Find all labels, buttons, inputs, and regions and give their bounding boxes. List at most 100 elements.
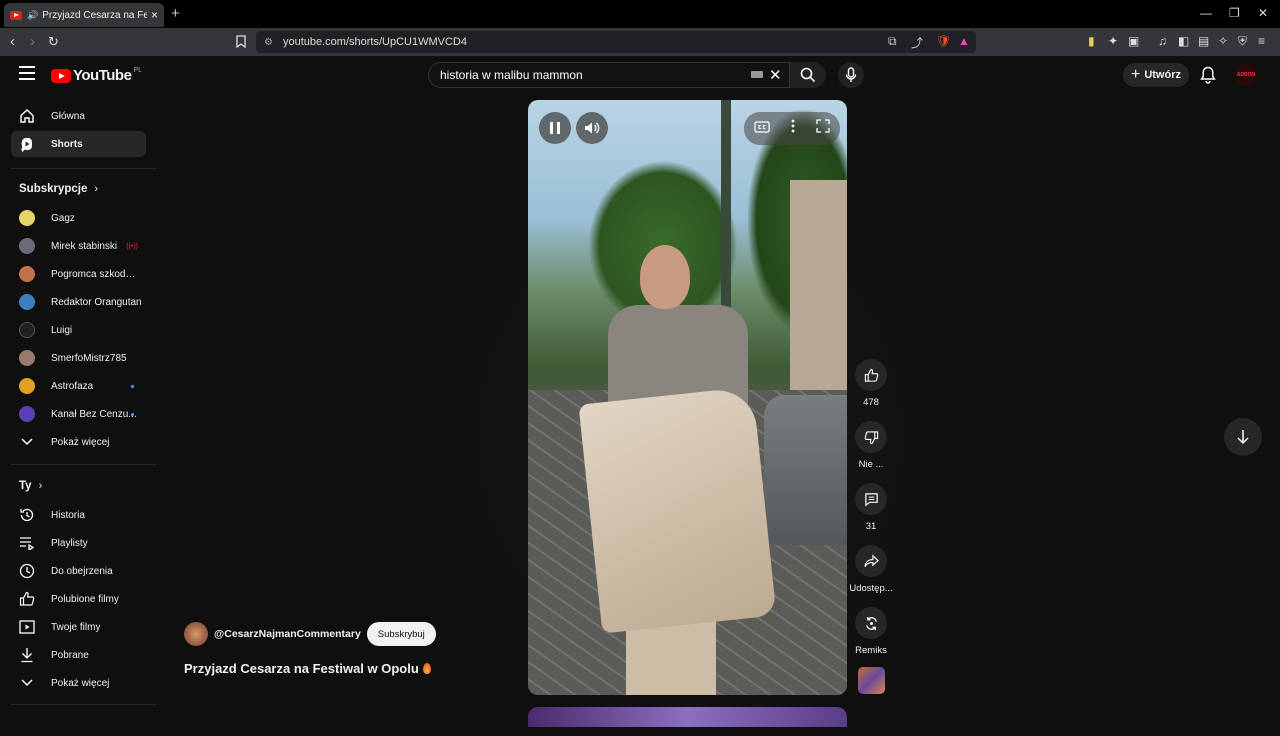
subscriptions-heading[interactable]: Subskrypcje › [19,183,98,195]
plus-icon: + [1130,66,1141,83]
sidebar-item-playlists[interactable]: Playlisty [11,530,146,556]
sidebar-item-shorts[interactable]: Shorts [11,131,146,157]
channel-name[interactable]: @CesarzNajmanCommentary [214,628,361,640]
sidebar-item-liked[interactable]: Polubione filmy [11,586,146,612]
like-action[interactable]: 478 [846,359,896,408]
subscription-item[interactable]: SmerfoMistrz785 [11,345,146,371]
hamburger-menu-icon[interactable] [19,66,35,80]
video-scene [640,245,690,309]
extension-1-icon[interactable]: ▮ [1088,34,1095,48]
sidebar-item-downloads[interactable]: Pobrane [11,642,146,668]
account-avatar[interactable]: ADRON [1235,64,1257,86]
media-icon[interactable]: ♫ [1158,34,1167,48]
subscription-item[interactable]: Gagz [11,205,146,231]
more-options-icon[interactable] [791,119,795,138]
new-content-dot [131,412,134,416]
extensions-icon[interactable]: ✦ [1108,34,1118,48]
you-title: Ty [19,480,32,492]
sidebar-item-home[interactable]: Główna [11,103,146,129]
comments-action[interactable]: 31 [846,483,896,532]
share-action[interactable]: Udostęp... [846,545,896,594]
address-bar[interactable]: ⚙ youtube.com/shorts/UpCU1WMVCD4 ⧉ ⤴ 🛡 ▲ [256,31,976,53]
show-more-subscriptions[interactable]: Pokaż więcej [11,429,146,455]
playlist-icon [19,535,35,551]
chevron-down-icon [19,434,35,450]
site-info-icon[interactable]: ⚙ [264,37,273,48]
subscription-item[interactable]: Redaktor Orangutan [11,289,146,315]
volume-button[interactable] [576,112,608,144]
search-input[interactable]: historia w malibu mammon ✕ [428,62,790,88]
subscription-item[interactable]: Pogromca szkodni... [11,261,146,287]
vpn-icon[interactable]: ⛨ [1238,34,1247,49]
thumb-down-icon[interactable] [855,421,887,453]
like-count: 478 [863,397,879,408]
logo-text: YouTube [73,67,132,84]
dislike-action[interactable]: Nie ... [846,421,896,470]
show-more-you[interactable]: Pokaż więcej [11,670,146,696]
close-window-button[interactable]: ✕ [1258,6,1268,20]
channel-avatar [19,210,35,226]
sidebar-item-label: Historia [51,509,85,521]
download-icon [19,647,35,663]
restore-button[interactable]: ❐ [1229,6,1240,20]
sidebar-item-watch-later[interactable]: Do obejrzenia [11,558,146,584]
sidebar: Główna Shorts Subskrypcje › Gagz Mirek s… [0,96,160,720]
wallet-icon[interactable]: ▤ [1198,34,1209,48]
url-text: youtube.com/shorts/UpCU1WMVCD4 [282,36,467,48]
subscription-label: Redaktor Orangutan [51,296,142,308]
channel-avatar [19,322,35,338]
voice-search-button[interactable] [838,62,864,88]
back-icon[interactable]: ‹ [10,33,15,50]
remix-action[interactable]: Remiks [846,607,896,656]
create-button[interactable]: + Utwórz [1123,63,1189,87]
pause-button[interactable] [539,112,571,144]
comment-icon[interactable] [855,483,887,515]
keyboard-icon[interactable] [751,71,763,78]
brave-shield-icon[interactable]: 🛡 [936,34,951,48]
minimize-button[interactable]: — [1200,6,1212,20]
subscription-item[interactable]: Kanał Bez Cenzu... [11,401,146,427]
channel-avatar[interactable] [184,622,208,646]
remix-icon[interactable] [855,607,887,639]
show-more-label: Pokaż więcej [51,677,110,689]
search-button[interactable] [790,62,826,88]
fullscreen-icon[interactable] [815,119,830,138]
browser-tab[interactable]: 🔊 Przyjazd Cesarza na Festiwal w Opolu × [4,3,164,27]
subscription-label: SmerfoMistrz785 [51,352,127,364]
reload-icon[interactable]: ↻ [48,34,59,50]
brave-rewards-icon[interactable]: ▲ [958,34,970,48]
next-short-preview[interactable] [528,707,847,727]
sidebar-toggle-icon[interactable]: ◧ [1178,34,1189,48]
notifications-bell-icon[interactable] [1200,66,1216,89]
your-videos-icon [19,619,35,635]
bookmark-icon[interactable] [236,35,246,51]
speaker-icon[interactable]: 🔊 [27,10,38,21]
subscription-item[interactable]: Astrofaza [11,373,146,399]
tab-close-button[interactable]: × [151,8,158,22]
chevron-right-icon: › [38,480,43,492]
share-icon[interactable] [855,545,887,577]
subscription-item[interactable]: Mirek stabinski ((•)) [11,233,146,259]
sidebar-item-history[interactable]: Historia [11,502,146,528]
leo-ai-icon[interactable]: ✧ [1218,34,1228,48]
forward-icon[interactable]: › [30,33,35,50]
clear-search-icon[interactable]: ✕ [769,66,782,84]
sidebar-item-your-videos[interactable]: Twoje filmy [11,614,146,640]
open-external-icon[interactable]: ⧉ [888,34,897,49]
you-heading[interactable]: Ty › [19,480,42,492]
short-title[interactable]: Przyjazd Cesarza na Festiwal w Opolu [184,661,431,676]
captions-icon[interactable] [754,120,770,138]
menu-icon[interactable]: ≡ [1258,34,1265,48]
youtube-logo[interactable]: YouTube PL [51,67,142,84]
sidebar-item-label: Twoje filmy [51,621,101,633]
extension-2-icon[interactable]: ▣ [1128,34,1139,48]
thumb-up-icon[interactable] [855,359,887,391]
arrow-down-icon [1237,430,1249,445]
sound-thumbnail[interactable] [858,667,885,694]
next-short-button[interactable] [1224,418,1262,456]
subscription-item[interactable]: Luigi [11,317,146,343]
share-page-icon[interactable]: ⤴ [911,34,923,51]
new-tab-button[interactable]: + [171,5,180,22]
subscribe-button[interactable]: Subskrybuj [366,622,436,646]
shorts-video-player[interactable] [528,100,847,695]
